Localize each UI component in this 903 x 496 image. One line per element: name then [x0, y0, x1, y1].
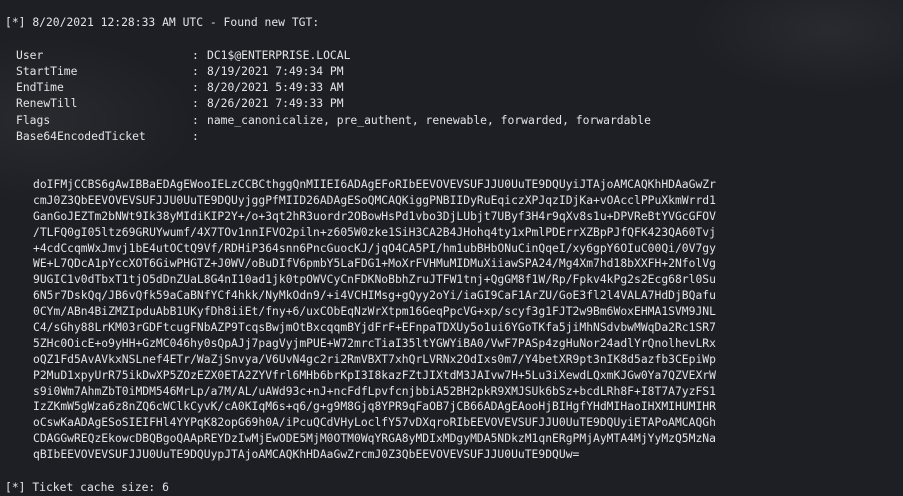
ticket-line: P2MuD1xpyUrR75ikDwXP5ZOzEZX0ETA2ZYVfrl6M… [33, 367, 716, 382]
field-user: User: DC1$@ENTERPRISE.LOCAL [5, 47, 903, 63]
field-separator: : [192, 96, 199, 111]
field-endtime: EndTime:8/20/2021 5:49:33 AM [5, 79, 903, 95]
field-value: 8/19/2021 7:49:34 PM [207, 63, 344, 78]
field-separator: : [192, 80, 199, 95]
base64-ticket-block[interactable]: doIFMjCCBS6gAwIBBaEDAgEWooIELzCCBCthggQn… [33, 177, 903, 463]
ticket-line: oQZ1Fd5AvAVkxNSLnef4ETr/WaZjSnvya/V6UvN4… [33, 351, 716, 366]
ticket-line: IzZKmW5gWza6z8nZQ6cWClkCyvK/cA0KIqM6s+q6… [33, 399, 716, 414]
ticket-line: oCswKaADAgESoSIEIFHl4YYPqK82opG69h0A/iPc… [33, 415, 716, 430]
ticket-line: cmJ0Z3QbEEVOVEVSUFJJU0UuTE9DQUyjggPfMIID… [33, 192, 716, 207]
ticket-line: +4cdCcqmWxJmvj1bE4utOCtQ9Vf/RDHiP364snn6… [33, 240, 716, 255]
field-renewtill: RenewTill:8/26/2021 7:49:33 PM [5, 95, 903, 111]
field-starttime: StartTime:8/19/2021 7:49:34 PM [5, 63, 903, 79]
ticket-line: s9i0Wm7AhmZbT0iMDM546MrLp/a7M/AL/uAWd93c… [33, 383, 716, 398]
field-value: name_canonicalize, pre_authent, renewabl… [207, 112, 651, 127]
field-flags: Flags: name_canonicalize, pre_authent, re… [5, 112, 903, 128]
ticket-line: WE+L7QDcA1pYccXOT6GiwPHGTZ+J0WV/oBuDIfV6… [33, 256, 716, 271]
ticket-line: GanGoJEZTm2bNWt9Ik38yMIdiKIP2Y+/o+3qt2hR… [33, 208, 716, 223]
field-base64-ticket: Base64EncodedTicket: [5, 128, 903, 144]
field-separator: : [192, 63, 199, 78]
field-key: RenewTill [16, 96, 78, 111]
field-key: Base64EncodedTicket [16, 129, 146, 144]
ticket-line: doIFMjCCBS6gAwIBBaEDAgEWooIELzCCBCthggQn… [33, 176, 716, 191]
field-key: EndTime [16, 80, 64, 95]
ticket-cache-size-line: [*] Ticket cache size: 6 [5, 480, 169, 495]
ticket-line: 9UGIC1v0dTbxT1tjO5dDnZUaL8G4nI10ad1jk0tp… [33, 272, 716, 287]
tgt-header-line: [*] 8/20/2021 12:28:33 AM UTC - Found ne… [5, 15, 320, 29]
field-value: DC1$@ENTERPRISE.LOCAL [207, 47, 351, 62]
field-key: Flags [16, 112, 51, 127]
ticket-line: CDAGGwREQzEkowcDBQBgoQAApREYDzIwMjEwODE5… [33, 431, 716, 446]
ticket-line: qBIbEEVOVEVSUFJJU0UuTE9DQUypJTAjoAMCAQKh… [33, 447, 580, 462]
ticket-line: 5ZHc0OicE+o9yHH+GzMC046hy0sQpAJj7pagVyjm… [33, 335, 716, 350]
ticket-line: C4/sGhy88LrKM03rGDFtcugFNbAZP9TcqsBwjmOt… [33, 319, 716, 334]
ticket-line: 0CYm/ABn4BiZMZIpduAbB1UKyfDh8iiEt/fny+6/… [33, 304, 716, 319]
field-value: 8/26/2021 7:49:33 PM [207, 96, 344, 111]
field-separator: : [192, 129, 199, 144]
terminal-window[interactable]: [*] 8/20/2021 12:28:33 AM UTC - Found ne… [0, 0, 903, 496]
ticket-line: /TLFQ0gI05ltz69GRUYwumf/4X7TOv1nnIFVO2pi… [33, 224, 716, 239]
field-separator: : [192, 47, 199, 62]
field-value: 8/20/2021 5:49:33 AM [207, 80, 344, 95]
ticket-line: 6N5r7DskQq/JB6vQfk59aCaBNfYCf4hkk/NyMkOd… [33, 288, 716, 303]
field-separator: : [192, 112, 199, 127]
field-key: StartTime [16, 63, 78, 78]
field-key: User [16, 47, 44, 62]
